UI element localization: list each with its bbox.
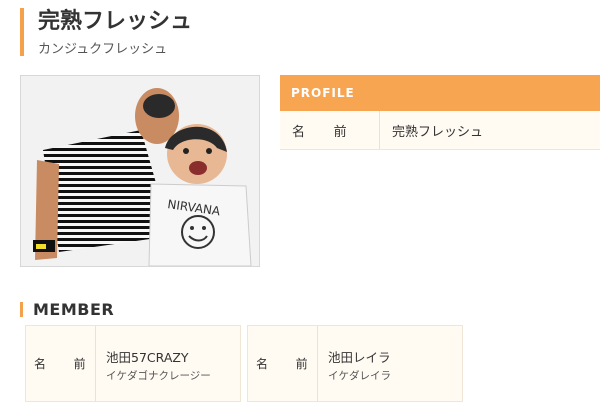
member-card: 名 前 池田57CRAZY イケダゴナクレージー: [25, 325, 241, 402]
profile-row-label: 名 前: [280, 111, 380, 149]
member-heading-label: MEMBER: [33, 300, 115, 319]
member-value: 池田57CRAZY イケダゴナクレージー: [96, 326, 211, 401]
profile-heading: PROFILE: [280, 75, 600, 111]
duo-photo-illustration: NIRVANA: [21, 76, 259, 266]
member-heading-accent: [20, 302, 23, 317]
member-label: 名 前: [26, 326, 96, 401]
member-heading: MEMBER: [20, 300, 114, 319]
member-name: 池田レイラ: [328, 350, 391, 365]
profile-row: 名 前 完熟フレッシュ: [280, 111, 600, 150]
member-reading: イケダレイラ: [328, 370, 391, 382]
title-reading: カンジュクフレッシュ: [38, 42, 168, 57]
title-block: 完熟フレッシュ カンジュクフレッシュ: [20, 8, 193, 57]
member-card: 名 前 池田レイラ イケダレイラ: [247, 325, 463, 402]
profile-row-value: 完熟フレッシュ: [392, 124, 484, 140]
member-list: 名 前 池田57CRAZY イケダゴナクレージー 名 前 池田レイラ イケダレイ…: [25, 325, 485, 402]
profile-photo: NIRVANA: [20, 75, 260, 267]
member-value: 池田レイラ イケダレイラ: [318, 326, 391, 401]
member-name: 池田57CRAZY: [106, 350, 189, 365]
member-reading: イケダゴナクレージー: [106, 370, 211, 382]
member-label: 名 前: [248, 326, 318, 401]
page-title: 完熟フレッシュ: [38, 9, 193, 34]
profile-table: PROFILE 名 前 完熟フレッシュ: [280, 75, 600, 150]
